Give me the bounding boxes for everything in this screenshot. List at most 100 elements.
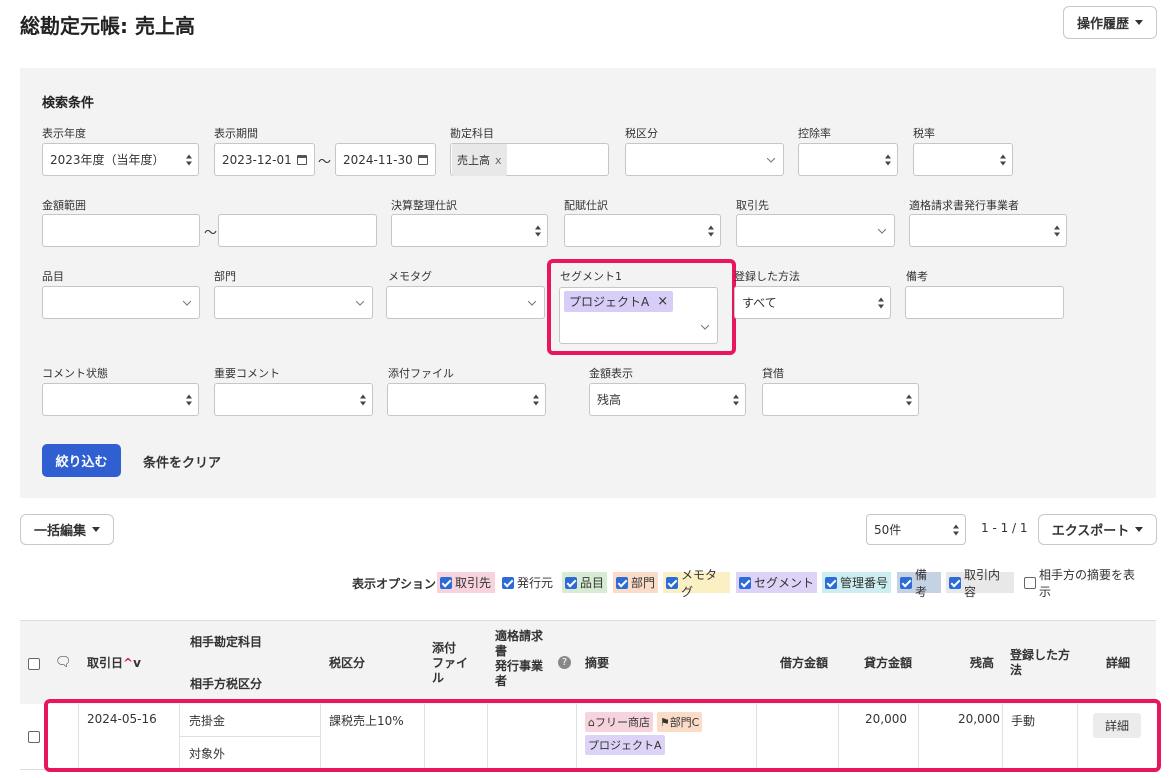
display-option-5[interactable]: セグメント: [736, 572, 817, 593]
display-option-label: 管理番号: [840, 576, 889, 590]
display-option-3[interactable]: 部門: [613, 572, 658, 593]
select-arrows-icon: [1054, 225, 1060, 236]
remarks-input[interactable]: [905, 286, 1064, 319]
header-date[interactable]: 取引日^v: [87, 656, 141, 671]
display-option-2[interactable]: 品目: [562, 572, 607, 593]
display-option-checkbox[interactable]: [616, 576, 628, 589]
display-option-checkbox[interactable]: [666, 576, 678, 589]
header-issuer-line3: 発行事業: [495, 659, 544, 673]
period-to-value: 2024-11-30: [343, 152, 413, 167]
registration-method-select[interactable]: すべて: [734, 286, 891, 319]
important-comment-select[interactable]: [214, 383, 373, 416]
display-option-9[interactable]: 相手方の摘要を表示: [1021, 568, 1145, 599]
display-option-0[interactable]: 取引先: [437, 572, 495, 593]
calendar-icon[interactable]: [418, 154, 428, 165]
display-option-checkbox[interactable]: [949, 576, 961, 589]
row-balance: 20,000: [958, 712, 1000, 726]
tax-rate-select[interactable]: [913, 143, 1013, 176]
allocation-entry-select[interactable]: [564, 214, 721, 247]
header-issuer-line1: 適格請求: [495, 629, 544, 643]
deduction-rate-label: 控除率: [798, 127, 831, 140]
partner-tag: ⌂フリー商店: [585, 712, 653, 732]
attachment-select[interactable]: [387, 383, 546, 416]
amount-display-select[interactable]: 残高: [589, 383, 746, 416]
header-issuer-line2: 書: [495, 644, 508, 658]
display-option-checkbox[interactable]: [440, 576, 452, 589]
period-from-input[interactable]: 2023-12-01: [214, 143, 315, 176]
department-select[interactable]: [214, 286, 373, 319]
calendar-icon[interactable]: [297, 154, 307, 165]
bulk-edit-label: 一括編集: [33, 524, 86, 539]
memo-tag-select[interactable]: [386, 286, 545, 319]
table-row: 2024-05-16 売掛金 対象外 課税売上10% ⌂フリー商店 ⚑部門C プ…: [20, 704, 1156, 770]
display-option-checkbox[interactable]: [1024, 576, 1036, 589]
display-option-7[interactable]: 備考: [897, 568, 941, 599]
header-method: 登録した方 法: [1010, 648, 1070, 678]
amount-display-value: 残高: [597, 393, 622, 407]
partner-select[interactable]: [736, 214, 895, 247]
history-button[interactable]: 操作履歴: [1063, 6, 1157, 39]
account-multiselect[interactable]: 売上高 x: [450, 143, 609, 176]
chevron-down-icon: [700, 320, 710, 330]
debit-credit-select[interactable]: [762, 383, 919, 416]
help-icon[interactable]: ?: [558, 656, 571, 669]
row-checkbox[interactable]: [28, 731, 40, 743]
period-to-input[interactable]: 2024-11-30: [335, 143, 436, 176]
account-tag: 売上高 x: [452, 143, 507, 176]
display-option-checkbox[interactable]: [565, 576, 577, 589]
header-method-line2: 法: [1010, 663, 1023, 677]
remove-tag-icon[interactable]: x: [495, 154, 502, 167]
display-option-1[interactable]: 発行元: [499, 572, 557, 593]
export-button[interactable]: エクスポート: [1038, 514, 1157, 545]
column-divider: [576, 704, 577, 770]
display-option-8[interactable]: 取引内容: [946, 568, 1014, 599]
filter-button[interactable]: 絞り込む: [42, 444, 121, 477]
tax-category-select[interactable]: [625, 143, 784, 176]
registration-method-value: すべて: [742, 296, 777, 310]
display-option-checkbox[interactable]: [900, 576, 912, 589]
segment1-multiselect[interactable]: プロジェクトA ×: [559, 287, 718, 344]
display-option-label: 備考: [915, 567, 928, 599]
display-option-checkbox[interactable]: [739, 576, 751, 589]
deduction-rate-select[interactable]: [798, 143, 898, 176]
amount-min-input[interactable]: [42, 214, 200, 247]
display-option-checkbox[interactable]: [502, 576, 514, 589]
clear-conditions-link[interactable]: 条件をクリア: [143, 452, 221, 471]
comment-status-select[interactable]: [42, 383, 199, 416]
page-title: 総勘定元帳: 売上高: [20, 14, 195, 38]
closing-entry-select[interactable]: [391, 214, 548, 247]
partner-label: 取引先: [736, 199, 769, 212]
period-from-value: 2023-12-01: [222, 152, 292, 167]
row-counter-account: 売掛金: [189, 714, 226, 728]
column-divider: [838, 704, 839, 770]
header-attachment-line2: ファイ: [432, 656, 469, 670]
select-all-checkbox[interactable]: [28, 658, 40, 670]
display-option-6[interactable]: 管理番号: [822, 572, 891, 593]
row-detail-button[interactable]: 詳細: [1093, 713, 1141, 738]
column-divider: [179, 704, 180, 770]
qualified-issuer-select[interactable]: [909, 214, 1067, 247]
sort-down-icon[interactable]: v: [133, 656, 141, 670]
select-arrows-icon: [885, 154, 891, 165]
display-option-checkbox[interactable]: [825, 576, 837, 589]
per-page-select[interactable]: 50件: [866, 514, 966, 545]
department-tag: ⚑部門C: [656, 712, 703, 732]
caret-down-icon: [1135, 527, 1144, 532]
chevron-down-icon: [766, 153, 776, 163]
header-date-label: 取引日: [87, 656, 124, 670]
row-tax-category: 課税売上10%: [329, 714, 404, 728]
display-option-4[interactable]: メモタグ: [663, 568, 730, 599]
amount-max-input[interactable]: [218, 214, 377, 247]
item-select[interactable]: [42, 286, 200, 319]
fiscal-year-value: 2023年度（当年度）: [50, 153, 165, 167]
column-divider: [424, 704, 425, 770]
row-description: ⌂フリー商店 ⚑部門C プロジェクトA: [585, 712, 703, 755]
sort-up-icon[interactable]: ^: [123, 656, 133, 670]
remove-tag-icon[interactable]: ×: [657, 294, 668, 309]
fiscal-year-label: 表示年度: [42, 127, 86, 140]
row-credit: 20,000: [865, 712, 907, 726]
caret-down-icon: [92, 527, 100, 532]
select-arrows-icon: [1000, 154, 1006, 165]
fiscal-year-select[interactable]: 2023年度（当年度）: [42, 143, 199, 176]
bulk-edit-button[interactable]: 一括編集: [20, 514, 114, 545]
